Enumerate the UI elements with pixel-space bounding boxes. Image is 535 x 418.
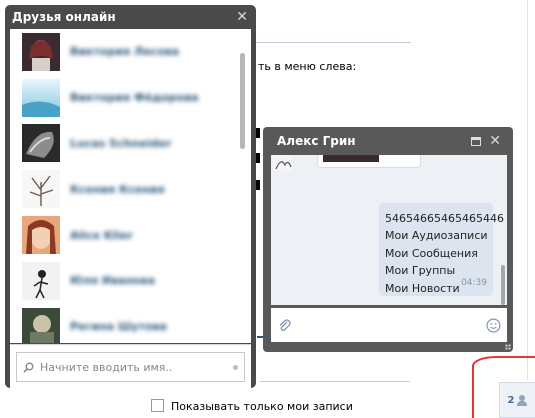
friends-online-header[interactable]: Друзья онлайн ✕ (10, 5, 251, 29)
bg-fragment-1 (256, 128, 260, 138)
friend-item[interactable]: Регина Шутова (10, 304, 251, 343)
bg-fragment-2 (256, 153, 260, 163)
friends-list: Виктория Лесова Виктория Фёдорова Lucas … (10, 29, 251, 343)
message-time: 04:39 (461, 277, 487, 288)
chat-title: Алекс Грин (277, 134, 356, 148)
friend-name[interactable]: Регина Шутова (70, 320, 167, 333)
friend-avatar[interactable] (22, 78, 60, 117)
friend-avatar[interactable] (22, 307, 60, 343)
maximize-icon[interactable] (471, 136, 482, 146)
chat-input-area[interactable] (271, 308, 507, 342)
friend-avatar[interactable] (22, 261, 60, 300)
friends-online-title: Друзья онлайн (12, 10, 116, 24)
show-only-mine-label[interactable]: Показывать только мои записи (171, 400, 353, 413)
online-friends-counter[interactable]: 2 (499, 382, 535, 418)
chat-header[interactable]: Алекс Грин ✕ (271, 127, 507, 155)
friend-avatar[interactable] (22, 124, 60, 163)
search-status-dot (233, 364, 238, 370)
friend-search-box[interactable] (16, 352, 245, 382)
message-bubble: 54654665465465446 Мои Аудиозаписи Мои Со… (379, 203, 504, 296)
friend-item[interactable]: Ксения Ксения (10, 166, 251, 212)
chat-scrollbar[interactable] (501, 265, 505, 305)
friend-name[interactable]: Lucas Schneider (70, 137, 171, 150)
search-icon (23, 362, 34, 373)
close-icon[interactable]: ✕ (489, 133, 501, 149)
friend-name[interactable]: Виктория Фёдорова (70, 91, 199, 104)
sender-avatar[interactable] (273, 155, 293, 171)
friends-online-window: Друзья онлайн ✕ Виктория Лесова Виктория… (5, 5, 256, 389)
page-divider (256, 42, 411, 43)
friend-search-input[interactable] (40, 360, 227, 374)
chat-history: 54654665465465446 Мои Аудиозаписи Мои Со… (271, 155, 507, 305)
friend-name[interactable]: Виктория Лесова (70, 45, 179, 58)
friend-item[interactable]: Виктория Фёдорова (10, 75, 251, 121)
message-line: 54654665465465446 (385, 212, 504, 225)
page-divider-bottom (260, 381, 410, 382)
message-line: Мои Сообщения (385, 246, 478, 260)
friends-list-scrollbar[interactable] (240, 53, 245, 149)
user-icon (517, 394, 528, 406)
resize-grip-icon[interactable] (505, 344, 511, 350)
attached-image-preview[interactable] (317, 155, 421, 168)
message-line: Мои Аудиозаписи (385, 229, 488, 243)
close-icon[interactable]: ✕ (236, 9, 248, 25)
friend-item[interactable]: Виктория Лесова (10, 29, 251, 75)
friend-item[interactable]: Alice Klier (10, 212, 251, 258)
friend-name[interactable]: Alice Klier (70, 229, 133, 242)
friend-item[interactable]: Lucas Schneider (10, 121, 251, 167)
show-only-mine-checkbox[interactable] (151, 399, 164, 412)
page-side-border (527, 0, 528, 380)
smiley-icon[interactable] (486, 317, 501, 333)
friend-name[interactable]: Юля Иванова (70, 274, 155, 287)
chat-controls: ✕ (471, 133, 507, 149)
friend-avatar[interactable] (22, 32, 60, 71)
counter-value: 2 (507, 394, 515, 406)
friend-search-area (10, 344, 251, 389)
bg-fragment-3 (256, 180, 260, 190)
friend-avatar[interactable] (22, 170, 60, 209)
paperclip-icon[interactable] (277, 318, 291, 332)
friend-name[interactable]: Ксения Ксения (70, 183, 165, 196)
menu-hint-text: ть в меню слева: (258, 60, 357, 73)
chat-window: Алекс Грин ✕ 54654665465465446 Мои Аудио… (263, 127, 513, 352)
friend-avatar[interactable] (22, 216, 60, 255)
friend-item[interactable]: Юля Иванова (10, 258, 251, 304)
